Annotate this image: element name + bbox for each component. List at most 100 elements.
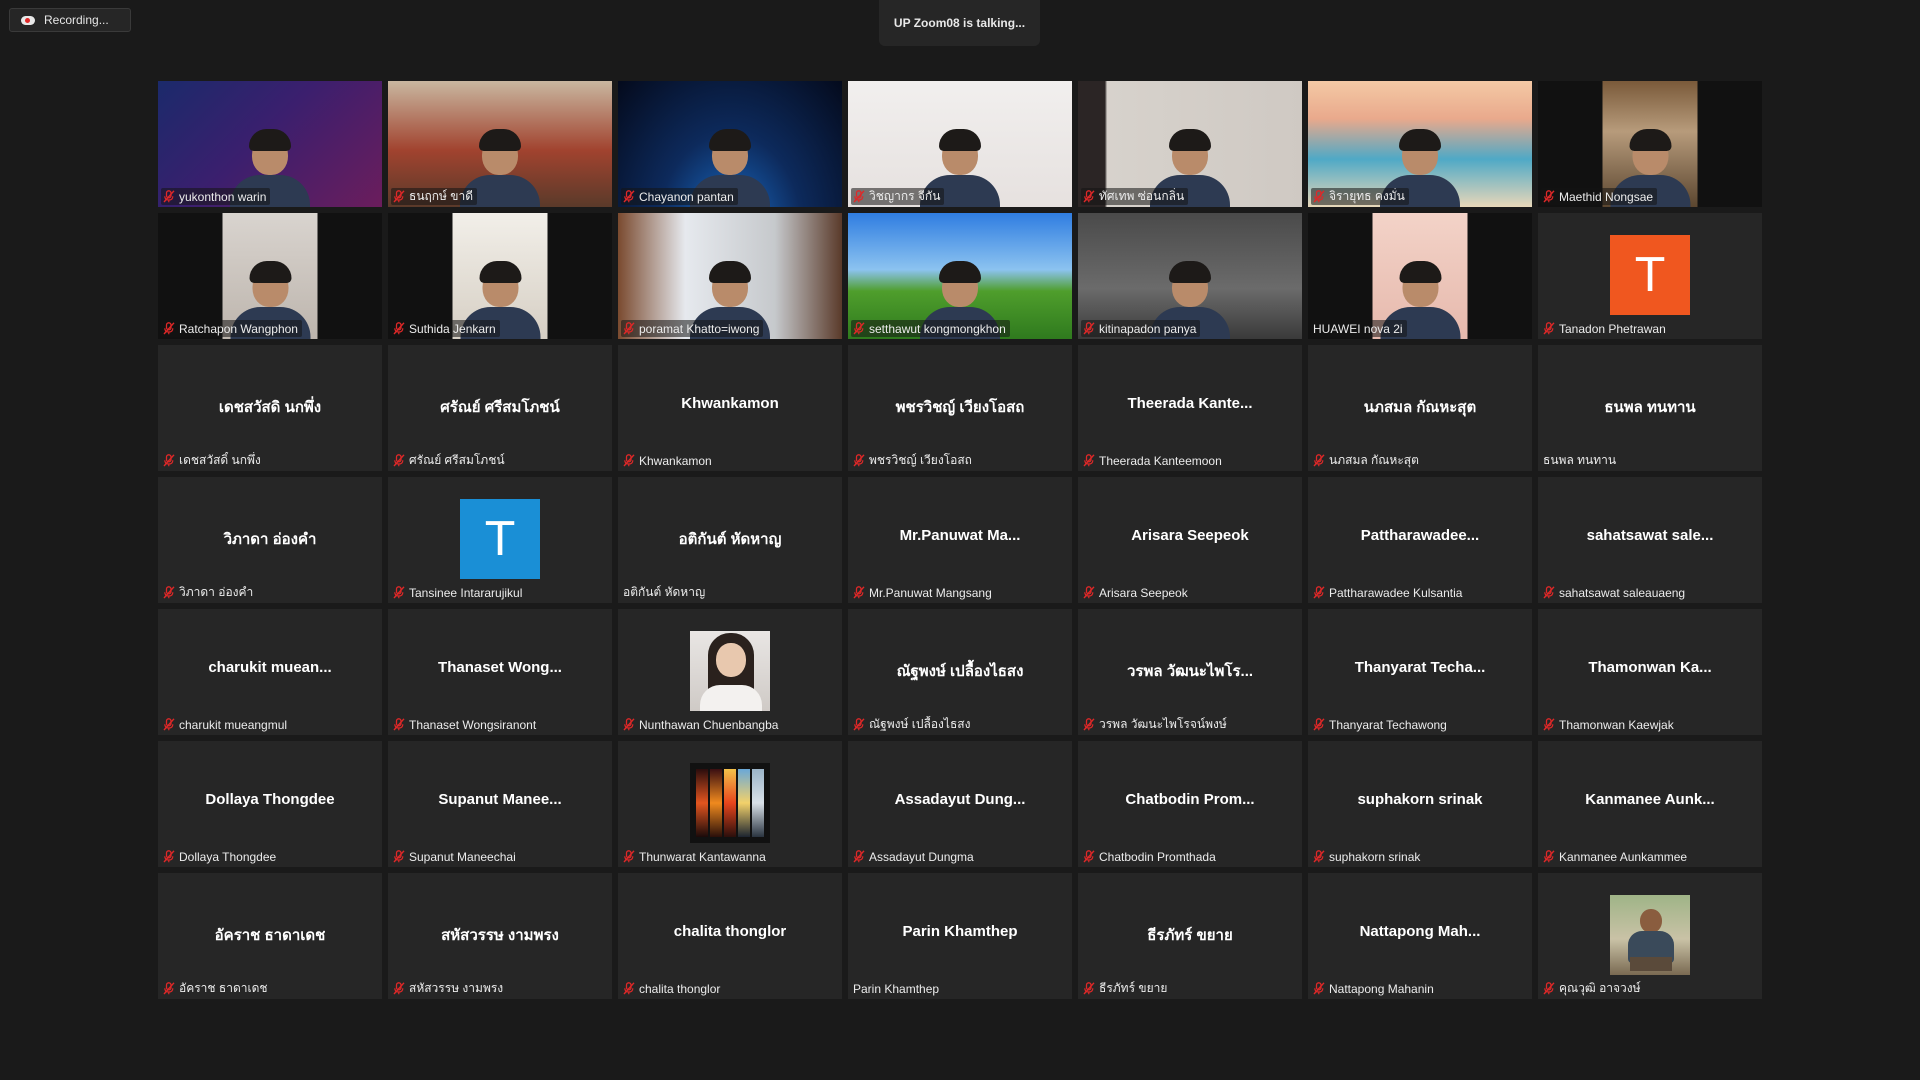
microphone-muted-icon xyxy=(623,322,635,335)
participant-tile[interactable]: อัคราช ธาดาเดช อัคราช ธาดาเดช xyxy=(158,873,382,999)
participant-tile[interactable]: suphakorn srinak suphakorn srinak xyxy=(1308,741,1532,867)
participant-name-tag: เดชสวัสดิ์ นกพึ่ง xyxy=(161,452,265,469)
participant-name-tag: Assadayut Dungma xyxy=(851,848,978,865)
participant-tile[interactable]: Ratchapon Wangphon xyxy=(158,213,382,339)
participant-name-tag: Nunthawan Chuenbangba xyxy=(621,716,782,733)
participant-tile[interactable]: Suthida Jenkarn xyxy=(388,213,612,339)
microphone-muted-icon xyxy=(1313,454,1325,467)
participant-name-tag: charukit mueangmul xyxy=(161,716,291,733)
participant-tile[interactable]: จิรายุทธ คงมั่น xyxy=(1308,81,1532,207)
participant-name-tag: Mr.Panuwat Mangsang xyxy=(851,584,996,601)
participant-tile[interactable]: Khwankamon Khwankamon xyxy=(618,345,842,471)
microphone-muted-icon xyxy=(1543,850,1555,863)
microphone-muted-icon xyxy=(393,982,405,995)
participant-display-name: Theerada Kante... xyxy=(1127,395,1253,412)
participant-display-name: วรพล วัฒนะไพโร... xyxy=(1126,663,1254,680)
participant-name-tag: sahatsawat saleauaeng xyxy=(1541,584,1689,601)
participant-tile[interactable]: chalita thonglor chalita thonglor xyxy=(618,873,842,999)
participant-name-tag: สหัสวรรษ งามพรง xyxy=(391,980,507,997)
participant-tile[interactable]: ธีรภัทร์ ขยาย ธีรภัทร์ ขยาย xyxy=(1078,873,1302,999)
microphone-muted-icon xyxy=(1083,982,1095,995)
participant-tile[interactable]: Parin Khamthep Parin Khamthep xyxy=(848,873,1072,999)
participant-tile[interactable]: ทัศเทพ ซ่อนกลิ่น xyxy=(1078,81,1302,207)
participant-tile[interactable]: Nattapong Mah... Nattapong Mahanin xyxy=(1308,873,1532,999)
participant-tile[interactable]: Dollaya Thongdee Dollaya Thongdee xyxy=(158,741,382,867)
microphone-muted-icon xyxy=(1313,718,1325,731)
participant-tile[interactable]: HUAWEI nova 2i xyxy=(1308,213,1532,339)
microphone-muted-icon xyxy=(1083,454,1095,467)
participant-name-tag: Nattapong Mahanin xyxy=(1311,980,1438,997)
participant-name-tag: yukonthon warin xyxy=(161,188,271,205)
participant-name-tag: พชรวิชญ์ เวียงโอสถ xyxy=(851,452,976,469)
participant-tile[interactable]: Theerada Kante... Theerada Kanteemoon xyxy=(1078,345,1302,471)
participant-display-name: suphakorn srinak xyxy=(1357,791,1483,808)
participant-tile[interactable]: setthawut kongmongkhon xyxy=(848,213,1072,339)
participant-tile[interactable]: ธนฤกษ์ ขาดี xyxy=(388,81,612,207)
participant-tile[interactable]: yukonthon warin xyxy=(158,81,382,207)
participant-name: Assadayut Dungma xyxy=(869,849,974,864)
participant-tile[interactable]: Thunwarat Kantawanna xyxy=(618,741,842,867)
participant-tile[interactable]: อติกันต์ หัดหาญ อติกันต์ หัดหาญ xyxy=(618,477,842,603)
participant-tile[interactable]: T Tansinee Intararujikul xyxy=(388,477,612,603)
participant-name-tag: Thamonwan Kaewjak xyxy=(1541,716,1678,733)
participant-tile[interactable]: คุณวุฒิ อาจวงษ์ xyxy=(1538,873,1762,999)
participant-tile[interactable]: charukit muean... charukit mueangmul xyxy=(158,609,382,735)
participant-tile[interactable]: เดชสวัสดิ นกพึ่ง เดชสวัสดิ์ นกพึ่ง xyxy=(158,345,382,471)
participant-name-tag: Kanmanee Aunkammee xyxy=(1541,848,1691,865)
participant-tile[interactable]: ศรัณย์ ศรีสมโภชน์ ศรัณย์ ศรีสมโภชน์ xyxy=(388,345,612,471)
participant-name-tag: Tansinee Intararujikul xyxy=(391,584,526,601)
recording-label: Recording... xyxy=(44,13,109,27)
participant-display-name: Khwankamon xyxy=(681,395,779,412)
participant-tile[interactable]: ณัฐพงษ์ เปลื้องไธสง ณัฐพงษ์ เปลื้องไธสง xyxy=(848,609,1072,735)
microphone-muted-icon xyxy=(393,718,405,731)
participant-display-name: Pattharawadee... xyxy=(1360,527,1480,544)
microphone-muted-icon xyxy=(1083,718,1095,731)
microphone-muted-icon xyxy=(623,982,635,995)
participant-tile[interactable]: สหัสวรรษ งามพรง สหัสวรรษ งามพรง xyxy=(388,873,612,999)
participant-tile[interactable]: นภสมล กัณหะสุต นภสมล กัณหะสุต xyxy=(1308,345,1532,471)
participant-name-tag: Maethid Nongsae xyxy=(1541,188,1658,205)
participant-display-name: ศรัณย์ ศรีสมโภชน์ xyxy=(440,399,560,416)
microphone-muted-icon xyxy=(1083,586,1095,599)
participant-tile[interactable]: วิภาดา อ่องคำ วิภาดา อ่องคำ xyxy=(158,477,382,603)
participant-tile[interactable]: ธนพล ทนทาน ธนพล ทนทาน xyxy=(1538,345,1762,471)
participant-tile[interactable]: Assadayut Dung... Assadayut Dungma xyxy=(848,741,1072,867)
microphone-muted-icon xyxy=(853,322,865,335)
participant-tile[interactable]: พชรวิชญ์ เวียงโอสถ พชรวิชญ์ เวียงโอสถ xyxy=(848,345,1072,471)
participant-name-tag: kitinapadon panya xyxy=(1081,320,1201,337)
participant-tile[interactable]: วรพล วัฒนะไพโร... วรพล วัฒนะไพโรจน์พงษ์ xyxy=(1078,609,1302,735)
participant-tile[interactable]: Kanmanee Aunk... Kanmanee Aunkammee xyxy=(1538,741,1762,867)
participant-name: Nunthawan Chuenbangba xyxy=(639,717,779,732)
participant-name-tag: จิรายุทธ คงมั่น xyxy=(1311,188,1409,205)
participant-tile[interactable]: Nunthawan Chuenbangba xyxy=(618,609,842,735)
participant-tile[interactable]: Supanut Manee... Supanut Maneechai xyxy=(388,741,612,867)
microphone-muted-icon xyxy=(623,190,635,203)
participant-tile[interactable]: sahatsawat sale... sahatsawat saleauaeng xyxy=(1538,477,1762,603)
participant-name-tag: วิภาดา อ่องคำ xyxy=(161,584,257,601)
participant-tile[interactable]: วิชญากร จีกัน xyxy=(848,81,1072,207)
microphone-muted-icon xyxy=(1543,322,1555,335)
participant-tile[interactable]: Pattharawadee... Pattharawadee Kulsantia xyxy=(1308,477,1532,603)
participant-tile[interactable]: T Tanadon Phetrawan xyxy=(1538,213,1762,339)
participant-name-tag: ณัฐพงษ์ เปลื้องไธสง xyxy=(851,716,974,733)
participant-tile[interactable]: Maethid Nongsae xyxy=(1538,81,1762,207)
microphone-muted-icon xyxy=(1543,190,1555,203)
recording-indicator[interactable]: Recording... xyxy=(9,8,131,32)
participant-tile[interactable]: Thanaset Wong... Thanaset Wongsiranont xyxy=(388,609,612,735)
participant-name: Maethid Nongsae xyxy=(1559,189,1654,204)
participant-tile[interactable]: kitinapadon panya xyxy=(1078,213,1302,339)
participant-tile[interactable]: Mr.Panuwat Ma... Mr.Panuwat Mangsang xyxy=(848,477,1072,603)
participant-tile[interactable]: Chatbodin Prom... Chatbodin Promthada xyxy=(1078,741,1302,867)
participant-display-name: ธีรภัทร์ ขยาย xyxy=(1147,927,1233,944)
participant-name: อติกันต์ หัดหาญ xyxy=(623,585,706,599)
participant-tile[interactable]: Arisara Seepeok Arisara Seepeok xyxy=(1078,477,1302,603)
participant-name-tag: Khwankamon xyxy=(621,452,716,469)
participant-name: ทัศเทพ ซ่อนกลิ่น xyxy=(1099,189,1185,203)
microphone-muted-icon xyxy=(1543,586,1555,599)
participant-tile[interactable]: poramat Khatto=iwong xyxy=(618,213,842,339)
participant-tile[interactable]: Thamonwan Ka... Thamonwan Kaewjak xyxy=(1538,609,1762,735)
active-speaker-banner: UP Zoom08 is talking... xyxy=(879,0,1040,46)
participant-name: วิชญากร จีกัน xyxy=(869,189,941,203)
participant-tile[interactable]: Thanyarat Techa... Thanyarat Techawong xyxy=(1308,609,1532,735)
participant-tile[interactable]: Chayanon pantan xyxy=(618,81,842,207)
